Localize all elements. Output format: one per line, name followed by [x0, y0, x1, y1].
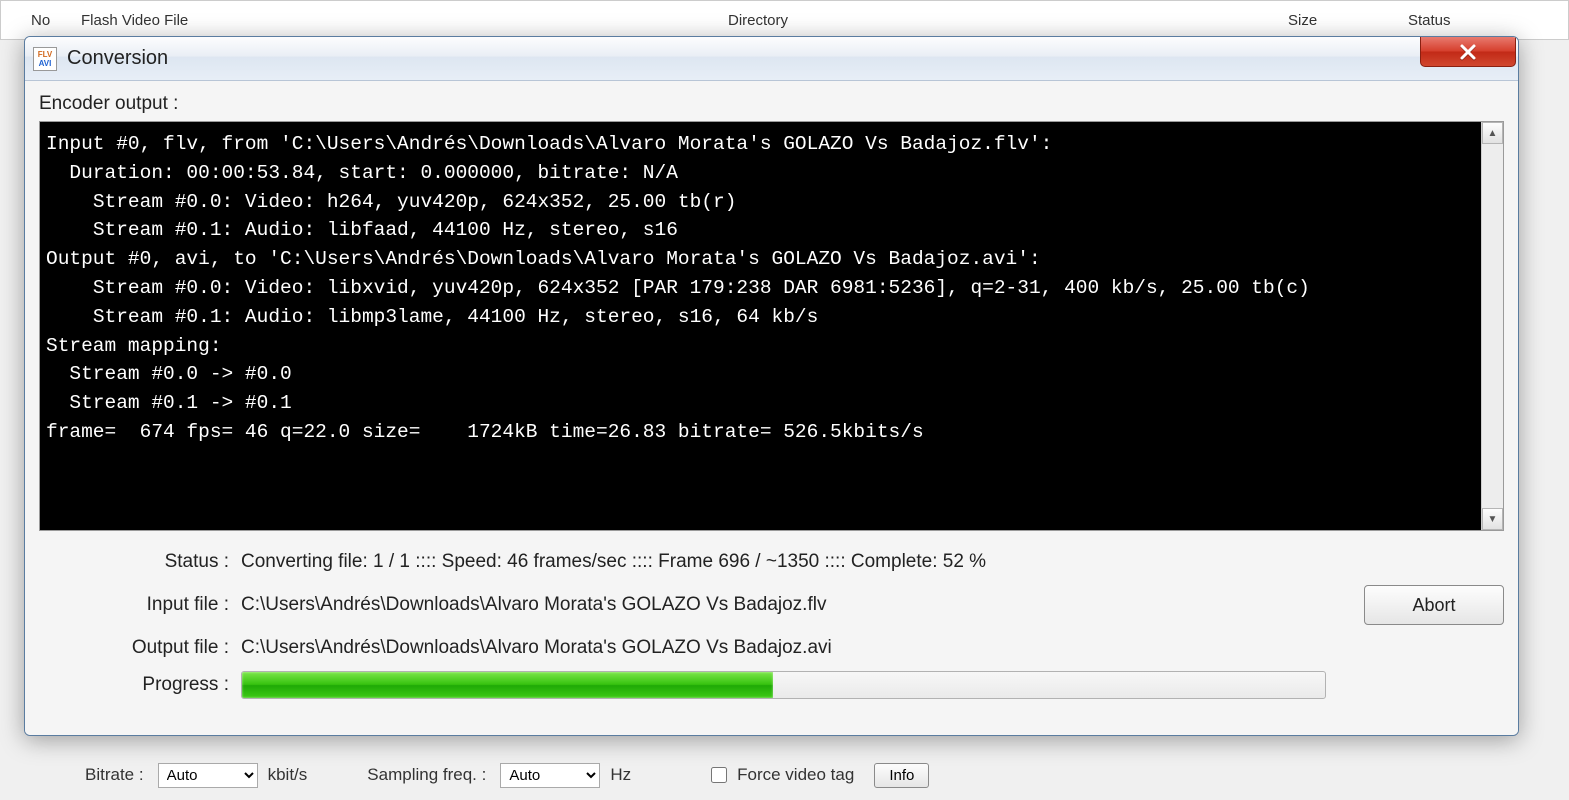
- console-scrollbar[interactable]: ▲ ▼: [1481, 122, 1503, 530]
- input-file-value: C:\Users\Andrés\Downloads\Alvaro Morata'…: [241, 594, 1332, 616]
- progress-bar: [241, 671, 1326, 699]
- input-file-label: Input file :: [39, 594, 229, 616]
- col-size[interactable]: Size: [1268, 12, 1388, 29]
- info-rows: Status : Converting file: 1 / 1 :::: Spe…: [39, 551, 1504, 699]
- status-value: Converting file: 1 / 1 :::: Speed: 46 fr…: [241, 551, 1504, 573]
- scrollbar-up-arrow-icon[interactable]: ▲: [1482, 122, 1503, 144]
- output-file-value: C:\Users\Andrés\Downloads\Alvaro Morata'…: [241, 637, 1504, 659]
- background-table-header: No Flash Video File Directory Size Statu…: [0, 0, 1569, 40]
- encoder-output-label: Encoder output :: [39, 93, 1504, 115]
- close-icon: [1459, 43, 1477, 61]
- sampling-select[interactable]: Auto: [500, 763, 600, 788]
- progress-fill: [242, 672, 773, 698]
- scrollbar-track[interactable]: [1482, 144, 1503, 508]
- abort-button[interactable]: Abort: [1364, 585, 1504, 625]
- bitrate-label: Bitrate :: [85, 765, 144, 785]
- window-title: Conversion: [67, 47, 168, 70]
- app-icon: FLVAVI: [33, 47, 57, 71]
- bitrate-unit: kbit/s: [268, 765, 308, 785]
- scrollbar-down-arrow-icon[interactable]: ▼: [1482, 508, 1503, 530]
- conversion-dialog: FLVAVI Conversion Encoder output : Input…: [24, 36, 1519, 736]
- force-video-tag-label: Force video tag: [737, 765, 854, 785]
- col-directory[interactable]: Directory: [708, 12, 1268, 29]
- bitrate-select[interactable]: Auto: [158, 763, 258, 788]
- encoder-output-console[interactable]: Input #0, flv, from 'C:\Users\Andrés\Dow…: [40, 122, 1481, 530]
- status-label: Status :: [39, 551, 229, 573]
- close-button[interactable]: [1420, 37, 1516, 67]
- info-button[interactable]: Info: [874, 763, 929, 788]
- sampling-label: Sampling freq. :: [367, 765, 486, 785]
- progress-label: Progress :: [39, 674, 229, 696]
- titlebar[interactable]: FLVAVI Conversion: [25, 37, 1518, 81]
- sampling-unit: Hz: [610, 765, 631, 785]
- console-container: Input #0, flv, from 'C:\Users\Andrés\Dow…: [39, 121, 1504, 531]
- force-video-tag-checkbox[interactable]: [711, 767, 727, 783]
- dialog-body: Encoder output : Input #0, flv, from 'C:…: [25, 81, 1518, 735]
- col-status[interactable]: Status: [1388, 12, 1558, 29]
- col-no[interactable]: No: [11, 12, 61, 29]
- output-file-label: Output file :: [39, 637, 229, 659]
- col-flash-video-file[interactable]: Flash Video File: [61, 12, 708, 29]
- background-bottom-toolbar: Bitrate : Auto kbit/s Sampling freq. : A…: [0, 750, 1569, 800]
